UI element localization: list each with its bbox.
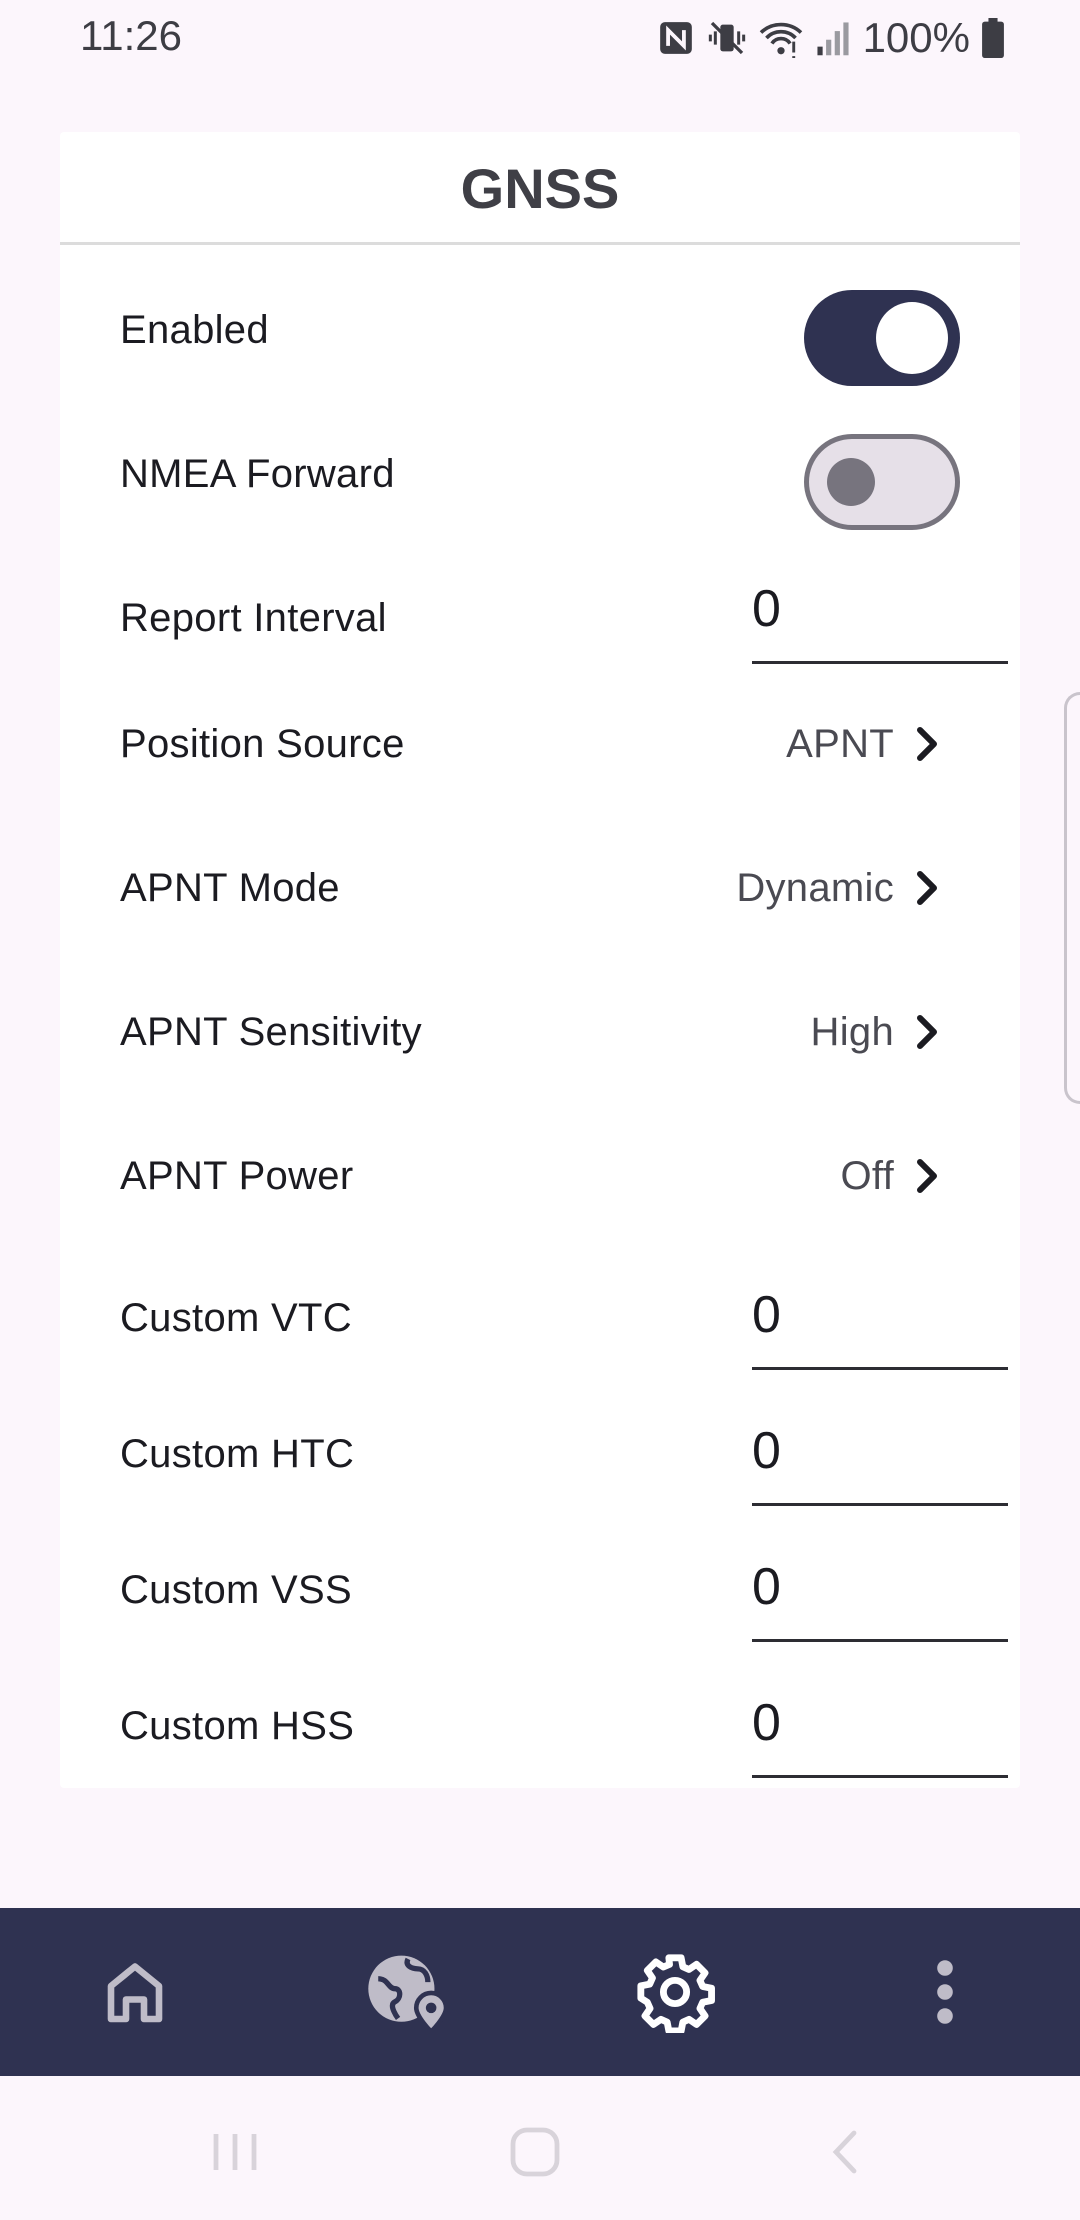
system-navigation [0, 2076, 1080, 2220]
nmea-forward-label: NMEA Forward [120, 452, 395, 496]
home-button[interactable] [505, 2112, 565, 2192]
apnt-sensitivity-value: High [810, 1009, 894, 1054]
settings-icon [637, 1954, 715, 2033]
more-vert-icon [937, 1960, 953, 2024]
row-apnt-power[interactable]: APNT Power Off [60, 1116, 1020, 1236]
report-interval-label: Report Interval [120, 596, 387, 640]
back-icon [832, 2130, 857, 2174]
report-interval-input[interactable]: 0 [752, 554, 1008, 664]
custom-hss-input[interactable]: 0 [752, 1668, 1008, 1778]
recents-icon [213, 2134, 257, 2170]
row-nmea-forward: NMEA Forward [60, 414, 1020, 534]
apnt-sensitivity-label: APNT Sensitivity [120, 1010, 422, 1054]
row-apnt-sensitivity[interactable]: APNT Sensitivity High [60, 972, 1020, 1092]
chevron-right-icon [917, 727, 937, 761]
row-custom-hss: Custom HSS 0 [60, 1666, 1020, 1786]
enabled-toggle[interactable] [804, 290, 960, 386]
vibrate-mute-icon [708, 21, 745, 55]
custom-hss-label: Custom HSS [120, 1704, 355, 1748]
custom-htc-input[interactable]: 0 [752, 1396, 1008, 1506]
custom-vtc-input[interactable]: 0 [752, 1260, 1008, 1370]
signal-icon [817, 22, 849, 56]
custom-vss-input[interactable]: 0 [752, 1532, 1008, 1642]
home-icon [107, 1963, 163, 2023]
globe-location-icon [368, 1955, 449, 2035]
nav-settings[interactable] [605, 1908, 745, 2076]
bottom-navigation [0, 1908, 1080, 2076]
row-report-interval: Report Interval 0 [60, 558, 1020, 678]
nav-map[interactable] [338, 1908, 478, 2076]
enabled-label: Enabled [120, 308, 269, 352]
row-apnt-mode[interactable]: APNT Mode Dynamic [60, 828, 1020, 948]
custom-vtc-label: Custom VTC [120, 1296, 352, 1340]
row-position-source[interactable]: Position Source APNT [60, 684, 1020, 804]
row-enabled: Enabled [60, 270, 1020, 390]
status-bar: 11:26 100% [0, 0, 1080, 76]
nmea-forward-toggle[interactable] [804, 434, 960, 530]
title-divider [60, 242, 1020, 245]
position-source-value: APNT [786, 721, 894, 766]
chevron-right-icon [917, 1015, 937, 1049]
battery-percent: 100% [862, 14, 970, 61]
apnt-mode-selector[interactable]: Dynamic [736, 828, 940, 948]
card-title: GNSS [460, 156, 620, 220]
apnt-power-label: APNT Power [120, 1154, 354, 1198]
row-custom-htc: Custom HTC 0 [60, 1394, 1020, 1514]
nav-more[interactable] [875, 1908, 1015, 2076]
battery-icon [982, 18, 1004, 58]
apnt-power-selector[interactable]: Off [840, 1116, 940, 1236]
status-icons: 100% [657, 10, 1004, 66]
toggle-knob [827, 458, 875, 506]
position-source-selector[interactable]: APNT [786, 684, 940, 804]
custom-htc-label: Custom HTC [120, 1432, 355, 1476]
wifi-icon [759, 22, 802, 58]
apnt-mode-label: APNT Mode [120, 866, 340, 910]
edge-panel-handle[interactable] [1064, 692, 1080, 1104]
apnt-sensitivity-selector[interactable]: High [811, 972, 940, 1092]
position-source-label: Position Source [120, 722, 405, 766]
apnt-power-value: Off [840, 1153, 894, 1198]
custom-vss-label: Custom VSS [120, 1568, 352, 1612]
home-nav-icon [510, 2127, 560, 2177]
toggle-knob [876, 302, 948, 374]
nav-home[interactable] [65, 1908, 205, 2076]
chevron-right-icon [917, 871, 937, 905]
nfc-icon [659, 22, 692, 54]
back-button[interactable] [815, 2112, 875, 2192]
row-custom-vss: Custom VSS 0 [60, 1530, 1020, 1650]
recents-button[interactable] [205, 2112, 265, 2192]
chevron-right-icon [917, 1159, 937, 1193]
apnt-mode-value: Dynamic [736, 865, 894, 910]
gnss-card: GNSS Enabled NMEA Forward Report Interva… [60, 132, 1020, 1788]
row-custom-vtc: Custom VTC 0 [60, 1258, 1020, 1378]
status-time: 11:26 [80, 12, 182, 59]
